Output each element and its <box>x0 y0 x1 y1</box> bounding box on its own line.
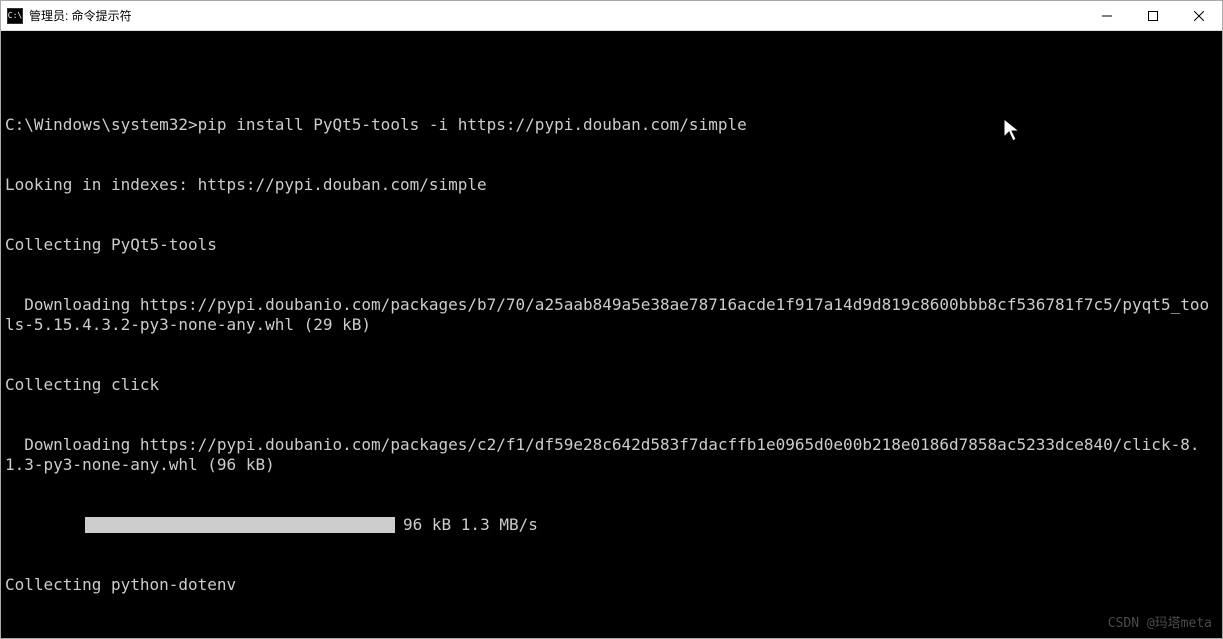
terminal-line: Downloading https://pypi.doubanio.com/pa… <box>5 295 1218 335</box>
progress-bar-row: 96 kB 1.3 MB/s <box>5 515 1218 535</box>
titlebar[interactable]: C:\ 管理员: 命令提示符 <box>1 1 1222 31</box>
window-title: 管理员: 命令提示符 <box>29 7 1084 24</box>
window: C:\ 管理员: 命令提示符 C:\Windows\system32>pip i… <box>0 0 1223 639</box>
window-controls <box>1084 1 1222 31</box>
watermark: CSDN @玛塔meta <box>1108 614 1212 634</box>
maximize-button[interactable] <box>1130 1 1176 31</box>
progress-bar <box>85 517 395 533</box>
terminal-line: Downloading https://pypi.doubanio.com/pa… <box>5 435 1218 475</box>
terminal-line: C:\Windows\system32>pip install PyQt5-to… <box>5 115 1218 135</box>
terminal-line: Collecting PyQt5-tools <box>5 235 1218 255</box>
progress-text: 96 kB 1.3 MB/s <box>403 515 538 535</box>
terminal-line: Collecting click <box>5 375 1218 395</box>
terminal-line: Downloading https://pypi.doubanio.com/pa… <box>5 635 1218 638</box>
cmd-icon: C:\ <box>7 8 23 24</box>
terminal-line: Looking in indexes: https://pypi.douban.… <box>5 175 1218 195</box>
minimize-button[interactable] <box>1084 1 1130 31</box>
terminal[interactable]: C:\Windows\system32>pip install PyQt5-to… <box>1 31 1222 638</box>
terminal-line: Collecting python-dotenv <box>5 575 1218 595</box>
close-button[interactable] <box>1176 1 1222 31</box>
